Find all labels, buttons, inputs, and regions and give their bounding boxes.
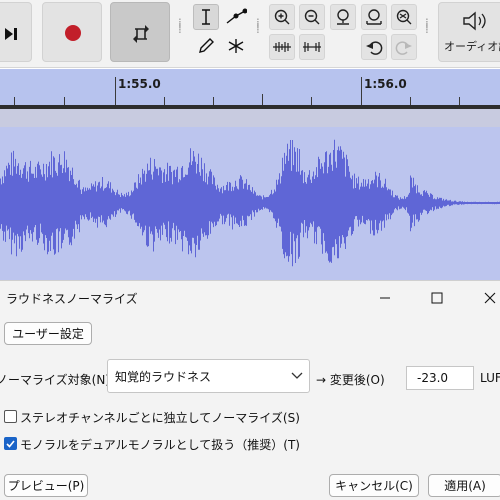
major-tick [115,77,116,105]
fit-selection-button[interactable] [330,4,356,30]
zoom-toggle-button[interactable] [391,4,417,30]
minimize-icon [380,297,390,299]
maximize-icon [431,292,443,304]
envelope-tool[interactable] [223,4,249,30]
trim-icon [273,42,291,52]
loudness-normalization-dialog: ラウドネスノーマライズ ユーザー設定 ノーマライズ対象(N) 知覚的ラウドネス … [0,280,500,500]
minor-tick [64,97,65,105]
zoom-in-icon [274,9,290,25]
cancel-button[interactable]: キャンセル(C) [329,474,419,497]
normalize-select-value: 知覚的ラウドネス [115,370,212,384]
target-value-input[interactable]: -23.0 [406,366,474,390]
normalize-label: ノーマライズ対象(N) [0,373,110,387]
loop-button[interactable] [110,2,170,62]
user-preset-button[interactable]: ユーザー設定 [4,322,92,345]
tick-label: 1:55.0 [118,77,161,91]
timeline-ruler[interactable]: 1:55.0 1:56.0 [0,69,500,105]
minor-tick [213,97,214,105]
chevron-down-icon [291,372,303,379]
dual-mono-label: モノラルをデュアルモノラルとして扱う（推奨）(T) [20,438,300,452]
minor-tick [14,97,15,105]
close-icon [484,292,496,304]
stereo-independent-label: ステレオチャンネルごとに独立してノーマライズ(S) [20,411,300,425]
waveform [0,139,500,267]
zoom-toggle-icon [396,9,412,25]
toolbar-grip[interactable]: ⁞ ⁞ [178,17,182,35]
toolbar-grip[interactable]: ⁞ ⁞ [256,17,260,35]
minor-tick [311,97,312,105]
minimize-button[interactable] [367,283,403,313]
envelope-tool-icon [226,8,247,24]
major-tick [361,77,362,105]
trim-button[interactable] [269,34,295,60]
record-button[interactable] [42,2,102,62]
toolbar: ⁞ ⁞ ⁞ ⁞ ⁞ ⁞ オーディオ [0,0,500,68]
minor-tick [262,94,263,105]
draw-tool-icon [199,38,214,53]
undo-button[interactable] [361,34,387,60]
multi-tool[interactable] [223,33,249,59]
zoom-out-icon [304,9,320,25]
zoom-in-button[interactable] [269,4,295,30]
speaker-icon [463,11,486,31]
redo-icon [395,41,412,55]
undo-icon [366,41,383,55]
stereo-independent-checkbox[interactable] [4,410,17,423]
target-label: → 変更後(O) [316,373,385,387]
skip-to-end-icon [5,28,17,40]
maximize-button[interactable] [419,283,455,313]
toolbar-grip[interactable]: ⁞ ⁞ [425,17,429,35]
draw-tool[interactable] [193,33,219,59]
minor-tick [459,97,460,105]
app-window: ⁞ ⁞ ⁞ ⁞ ⁞ ⁞ オーディオ 1:55.0 1:56.0 ラウドネスノーマ… [0,0,500,500]
fit-project-button[interactable] [361,4,387,30]
redo-button[interactable] [391,34,417,60]
unit-label: LUFS [480,371,500,385]
silence-button[interactable] [299,34,325,60]
multi-tool-icon [228,39,244,53]
minor-tick [164,97,165,105]
selection-tool-icon [202,9,210,25]
loop-icon [133,25,149,43]
preview-button[interactable]: プレビュー(P) [4,474,88,497]
zoom-out-button[interactable] [299,4,325,30]
record-icon [65,25,81,41]
clip-header[interactable] [0,109,500,127]
apply-button[interactable]: 適用(A) [428,474,500,497]
silence-icon [303,42,321,52]
waveform-track[interactable] [0,127,500,280]
close-button[interactable] [472,283,500,313]
skip-to-end-button[interactable] [0,2,32,62]
fit-project-icon [366,9,382,25]
normalize-select[interactable]: 知覚的ラウドネス [107,359,310,393]
fit-selection-icon [337,9,349,25]
minor-tick [410,97,411,105]
tick-label: 1:56.0 [364,77,407,91]
selection-tool[interactable] [193,4,219,30]
audio-setup-label: オーディオ設定 [444,40,500,53]
checkmark-icon [6,440,15,448]
dialog-title: ラウドネスノーマライズ [6,292,138,306]
dual-mono-checkbox[interactable] [4,437,17,450]
